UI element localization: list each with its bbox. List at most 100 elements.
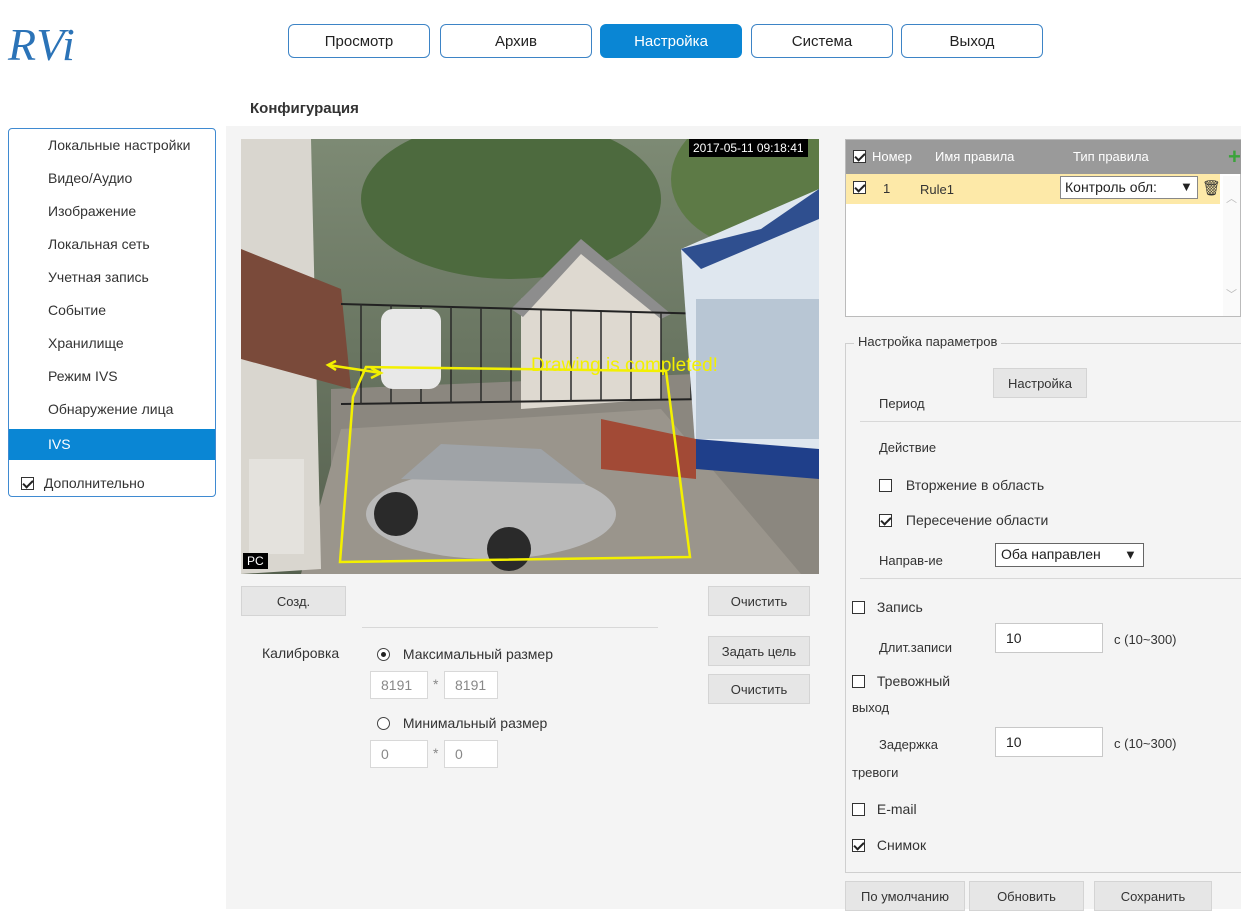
min-size-option[interactable]: Минимальный размер <box>377 714 547 731</box>
set-target-button[interactable]: Задать цель <box>708 636 810 666</box>
rule-name: Rule1 <box>920 182 954 197</box>
video-channel-label: PC <box>243 553 268 569</box>
nav-view-button[interactable]: Просмотр <box>288 24 430 58</box>
scroll-down-icon[interactable]: ﹀ <box>1226 286 1237 302</box>
sidebar-item-network[interactable]: Локальная сеть <box>9 228 215 261</box>
default-button[interactable]: По умолчанию <box>845 881 965 911</box>
rule-row[interactable]: 1 Rule1 Контроль обл: ▼ 🗑 <box>846 174 1221 204</box>
action-label: Действие <box>879 440 937 455</box>
email-label: E-mail <box>876 801 917 818</box>
period-label: Период <box>879 396 925 411</box>
video-overlay-text: Drawing is completed! <box>531 355 718 376</box>
alarm-out-label: Тревожный <box>876 673 951 690</box>
sidebar-item-event[interactable]: Событие <box>9 294 215 327</box>
max-height-input[interactable]: 8191 <box>444 671 498 699</box>
settings-sidebar: Локальные настройки Видео/Аудио Изображе… <box>8 128 216 497</box>
email-option[interactable]: E-mail <box>852 800 917 817</box>
intrusion-checkbox[interactable] <box>879 478 892 492</box>
add-rule-icon[interactable]: + <box>1228 144 1241 170</box>
divider <box>362 627 658 628</box>
rules-table: Номер Имя правила Тип правила + 1 Rule1 … <box>845 139 1241 317</box>
alarm-delay-input[interactable]: 10 <box>995 727 1103 757</box>
sidebar-item-storage[interactable]: Хранилище <box>9 327 215 360</box>
record-duration-range: с (10~300) <box>1114 632 1177 647</box>
sidebar-extra-toggle[interactable]: Дополнительно <box>21 474 145 491</box>
max-size-label: Максимальный размер <box>402 646 554 663</box>
alarm-delay-label: Задержка <box>879 737 939 752</box>
rules-scrollbar[interactable]: ︿ ﹀ <box>1223 176 1240 316</box>
nav-system-button[interactable]: Система <box>751 24 893 58</box>
header-rule-type: Тип правила <box>1073 149 1149 164</box>
video-timestamp: 2017-05-11 09:18:41 <box>689 139 808 157</box>
record-duration-input[interactable]: 10 <box>995 623 1103 653</box>
rule-type-select[interactable]: Контроль обл: ▼ <box>1060 176 1198 199</box>
min-width-input[interactable]: 0 <box>370 740 428 768</box>
sidebar-item-face-detection[interactable]: Обнаружение лица <box>9 393 215 426</box>
max-size-separator: * <box>433 676 439 692</box>
min-size-separator: * <box>433 745 439 761</box>
select-all-checkbox[interactable] <box>853 150 866 163</box>
divider <box>860 578 1241 579</box>
record-label: Запись <box>876 599 923 616</box>
camera-scene-image <box>241 139 819 574</box>
sidebar-item-account[interactable]: Учетная запись <box>9 261 215 294</box>
rvi-logo: RVi <box>8 19 76 70</box>
cross-option[interactable]: Пересечение области <box>879 511 1048 528</box>
rules-table-header: Номер Имя правила Тип правила + <box>846 140 1241 174</box>
snapshot-label: Снимок <box>876 837 927 854</box>
chevron-down-icon: ▼ <box>1124 547 1137 562</box>
period-setup-button[interactable]: Настройка <box>993 368 1087 398</box>
calibration-label: Калибровка <box>262 645 340 661</box>
snapshot-checkbox[interactable] <box>852 838 865 852</box>
nav-exit-button[interactable]: Выход <box>901 24 1043 58</box>
record-checkbox[interactable] <box>852 600 865 614</box>
direction-label: Направ-ие <box>879 553 943 568</box>
refresh-button[interactable]: Обновить <box>969 881 1084 911</box>
rule-checkbox[interactable] <box>853 181 866 194</box>
extra-label: Дополнительно <box>43 475 145 492</box>
clear-calibration-button[interactable]: Очистить <box>708 674 810 704</box>
alarm-out-checkbox[interactable] <box>852 674 865 688</box>
alarm-delay-label-2: тревоги <box>852 765 899 780</box>
min-height-input[interactable]: 0 <box>444 740 498 768</box>
nav-settings-button[interactable]: Настройка <box>600 24 742 58</box>
intrusion-label: Вторжение в область <box>905 477 1045 494</box>
delete-rule-icon[interactable]: 🗑 <box>1202 179 1221 197</box>
sidebar-item-image[interactable]: Изображение <box>9 195 215 228</box>
max-width-input[interactable]: 8191 <box>370 671 428 699</box>
max-size-radio[interactable] <box>377 647 390 661</box>
sidebar-item-ivs-mode[interactable]: Режим IVS <box>9 360 215 393</box>
extra-checkbox[interactable] <box>21 476 34 490</box>
scroll-up-icon[interactable]: ︿ <box>1226 190 1237 206</box>
min-size-radio[interactable] <box>377 716 390 730</box>
rule-type-value: Контроль обл: <box>1065 179 1157 195</box>
cross-label: Пересечение области <box>905 512 1049 529</box>
tab-configuration[interactable]: Конфигурация <box>232 92 404 128</box>
create-button[interactable]: Созд. <box>241 586 346 616</box>
record-duration-label: Длит.записи <box>879 640 953 655</box>
snapshot-option[interactable]: Снимок <box>852 836 926 853</box>
parameters-legend: Настройка параметров <box>854 334 1002 349</box>
nav-archive-button[interactable]: Архив <box>440 24 592 58</box>
rule-number: 1 <box>883 181 891 196</box>
header-rule-name: Имя правила <box>935 149 1015 164</box>
save-button[interactable]: Сохранить <box>1094 881 1212 911</box>
direction-select[interactable]: Оба направлен ▼ <box>995 543 1144 567</box>
record-option[interactable]: Запись <box>852 598 923 615</box>
sidebar-item-video-audio[interactable]: Видео/Аудио <box>9 162 215 195</box>
min-size-label: Минимальный размер <box>402 715 548 732</box>
sidebar-item-local-settings[interactable]: Локальные настройки <box>9 129 215 162</box>
header-number: Номер <box>872 149 913 164</box>
cross-checkbox[interactable] <box>879 513 892 527</box>
max-size-option[interactable]: Максимальный размер <box>377 645 553 662</box>
divider <box>860 421 1241 422</box>
email-checkbox[interactable] <box>852 802 865 816</box>
video-preview[interactable]: 2017-05-11 09:18:41 Drawing is completed… <box>241 139 819 574</box>
chevron-down-icon: ▼ <box>1180 179 1193 194</box>
clear-button[interactable]: Очистить <box>708 586 810 616</box>
sidebar-item-ivs[interactable]: IVS <box>9 429 215 460</box>
alarm-delay-range: с (10~300) <box>1114 736 1177 751</box>
alarm-out-option[interactable]: Тревожный <box>852 672 950 689</box>
tab-configuration-label: Конфигурация <box>250 100 359 117</box>
intrusion-option[interactable]: Вторжение в область <box>879 476 1044 493</box>
